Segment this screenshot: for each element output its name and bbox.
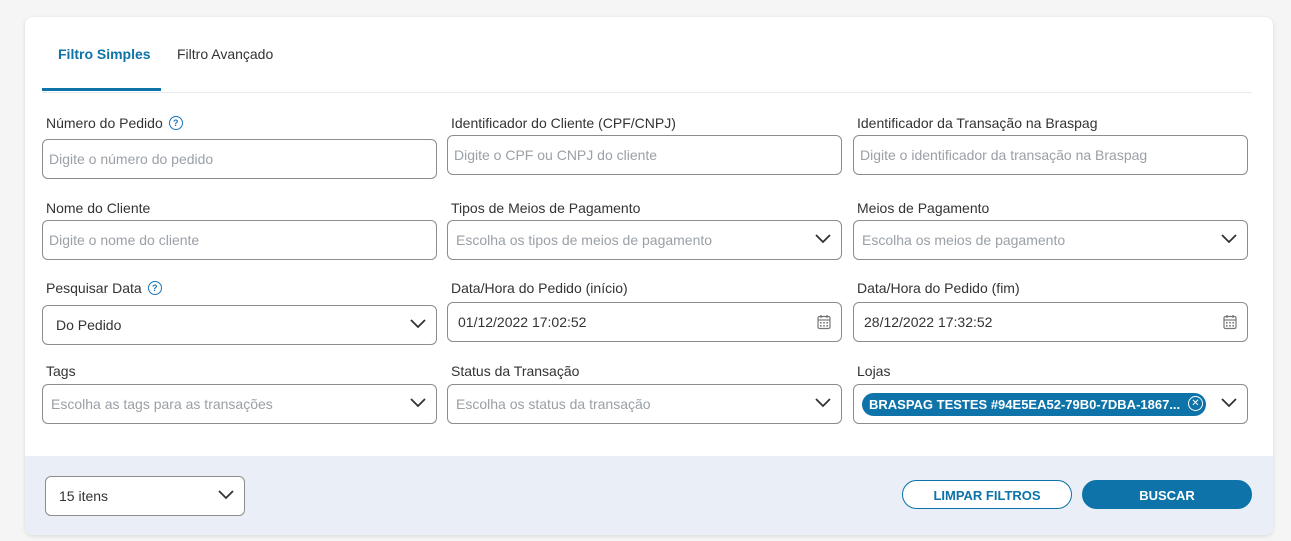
order-number-input[interactable] xyxy=(49,140,419,178)
date-end-label: Data/Hora do Pedido (fim) xyxy=(857,280,1020,296)
payment-types-placeholder: Escolha os tipos de meios de pagamento xyxy=(456,232,713,248)
status-field: Status da Transação Escolha os status da… xyxy=(447,363,842,425)
clear-filters-button[interactable]: LIMPAR FILTROS xyxy=(902,480,1072,509)
date-end-field: Data/Hora do Pedido (fim) 28/12/2022 17:… xyxy=(853,280,1248,342)
tags-placeholder: Escolha as tags para as transações xyxy=(51,396,273,412)
tab-filtro-avancado[interactable]: Filtro Avançado xyxy=(177,46,273,62)
search-date-field: Pesquisar Data ? Do Pedido xyxy=(42,280,437,346)
date-start-value: 01/12/2022 17:02:52 xyxy=(458,314,587,330)
client-id-label: Identificador do Cliente (CPF/CNPJ) xyxy=(451,115,676,131)
payment-types-field: Tipos de Meios de Pagamento Escolha os t… xyxy=(447,200,842,262)
filter-footer: 15 itens LIMPAR FILTROS BUSCAR xyxy=(25,456,1273,535)
client-name-field: Nome do Cliente xyxy=(42,200,437,262)
search-date-select[interactable]: Do Pedido xyxy=(42,305,437,345)
stores-select[interactable]: BRASPAG TESTES #94E5EA52-79B0-7DBA-1867.… xyxy=(853,384,1248,424)
status-placeholder: Escolha os status da transação xyxy=(456,396,651,412)
order-number-field: Número do Pedido ? xyxy=(42,115,437,181)
search-date-label: Pesquisar Data ? xyxy=(46,280,162,296)
date-end-value: 28/12/2022 17:32:52 xyxy=(864,314,993,330)
client-name-input[interactable] xyxy=(49,221,419,259)
search-date-value: Do Pedido xyxy=(56,317,122,333)
question-circle-icon[interactable]: ? xyxy=(147,281,162,295)
tags-label: Tags xyxy=(46,363,76,379)
stores-label: Lojas xyxy=(857,363,891,379)
client-name-label: Nome do Cliente xyxy=(46,200,151,216)
tags-select[interactable]: Escolha as tags para as transações xyxy=(42,384,437,424)
date-end-input[interactable]: 28/12/2022 17:32:52 xyxy=(853,302,1248,342)
transaction-id-field: Identificador da Transação na Braspag xyxy=(853,115,1248,177)
client-id-input[interactable] xyxy=(454,136,824,174)
transaction-id-label: Identificador da Transação na Braspag xyxy=(857,115,1098,131)
stores-field: Lojas BRASPAG TESTES #94E5EA52-79B0-7DBA… xyxy=(853,363,1248,425)
calendar-icon[interactable] xyxy=(1223,314,1237,330)
close-icon[interactable]: ✕ xyxy=(1188,396,1203,411)
order-number-label-text: Número do Pedido xyxy=(46,115,163,131)
chevron-down-icon xyxy=(410,398,426,408)
items-per-page-value: 15 itens xyxy=(59,488,109,504)
store-chip-label: BRASPAG TESTES #94E5EA52-79B0-7DBA-1867.… xyxy=(869,397,1181,412)
chevron-down-icon xyxy=(1221,234,1237,244)
search-button[interactable]: BUSCAR xyxy=(1082,480,1252,509)
payment-types-label: Tipos de Meios de Pagamento xyxy=(451,200,641,216)
transaction-id-box xyxy=(853,135,1248,175)
client-name-box xyxy=(42,220,437,260)
chevron-down-icon xyxy=(410,319,426,329)
chevron-down-icon xyxy=(1221,398,1237,408)
filter-card: Filtro Simples Filtro Avançado Número do… xyxy=(25,17,1273,535)
date-start-field: Data/Hora do Pedido (início) 01/12/2022 … xyxy=(447,280,842,342)
status-label: Status da Transação xyxy=(451,363,580,379)
question-circle-icon[interactable]: ? xyxy=(168,116,183,130)
chevron-down-icon xyxy=(815,398,831,408)
client-id-field: Identificador do Cliente (CPF/CNPJ) xyxy=(447,115,842,177)
order-number-box xyxy=(42,139,437,179)
order-number-label: Número do Pedido ? xyxy=(46,115,183,131)
items-per-page-select[interactable]: 15 itens xyxy=(45,476,245,516)
filter-tabs: Filtro Simples Filtro Avançado xyxy=(42,17,1252,93)
payment-methods-select[interactable]: Escolha os meios de pagamento xyxy=(853,220,1248,260)
tab-filtro-simples[interactable]: Filtro Simples xyxy=(58,46,151,62)
client-id-box xyxy=(447,135,842,175)
chevron-down-icon xyxy=(218,490,234,500)
date-start-label: Data/Hora do Pedido (início) xyxy=(451,280,628,296)
payment-types-select[interactable]: Escolha os tipos de meios de pagamento xyxy=(447,220,842,260)
payment-methods-placeholder: Escolha os meios de pagamento xyxy=(862,232,1066,248)
tags-field: Tags Escolha as tags para as transações xyxy=(42,363,437,425)
payment-methods-label: Meios de Pagamento xyxy=(857,200,990,216)
transaction-id-input[interactable] xyxy=(860,136,1230,174)
chevron-down-icon xyxy=(815,234,831,244)
calendar-icon[interactable] xyxy=(817,314,831,330)
status-select[interactable]: Escolha os status da transação xyxy=(447,384,842,424)
search-date-label-text: Pesquisar Data xyxy=(46,280,142,296)
store-chip: BRASPAG TESTES #94E5EA52-79B0-7DBA-1867.… xyxy=(862,393,1206,416)
active-tab-indicator xyxy=(42,88,161,91)
payment-methods-field: Meios de Pagamento Escolha os meios de p… xyxy=(853,200,1248,262)
date-start-input[interactable]: 01/12/2022 17:02:52 xyxy=(447,302,842,342)
